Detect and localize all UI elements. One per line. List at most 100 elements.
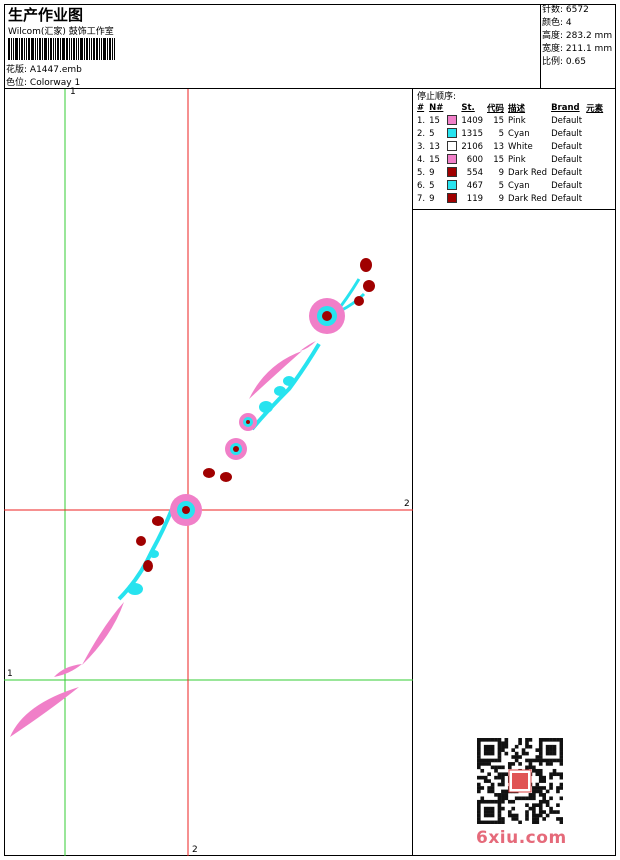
cell-n: 5: [429, 180, 435, 191]
cell-swatch: [445, 192, 459, 205]
cell-st: 119: [466, 193, 484, 204]
cell-brand: Default: [551, 180, 583, 191]
flower: [225, 438, 247, 460]
cell-desc: Cyan: [508, 180, 530, 191]
page-title: 生产作业图: [8, 6, 84, 24]
flower: [170, 494, 202, 526]
cell-n: 15: [429, 154, 440, 165]
cell-code: 5: [498, 180, 505, 191]
cell-n: 9: [429, 193, 435, 204]
stat-scale: 比例: 0.65: [542, 57, 586, 67]
cell-code: 15: [493, 115, 505, 126]
cell-swatch: [445, 140, 459, 153]
color-swatch: [447, 193, 458, 204]
design-preview: [4, 89, 413, 856]
qr-code: [477, 738, 563, 824]
cell-st: 554: [466, 167, 484, 178]
stat-colors: 颜色: 4: [542, 18, 572, 28]
flower: [239, 413, 257, 431]
cell-idx: 6.: [417, 180, 426, 191]
cyan-bud: [149, 550, 159, 558]
pink-leaf: [10, 687, 79, 737]
col-idx: #: [417, 102, 425, 113]
cell-code: 9: [498, 193, 505, 204]
colorway-label: 色位:: [6, 78, 28, 88]
cell-code: 5: [498, 128, 505, 139]
col-st: St.: [461, 102, 475, 113]
red-bud: [203, 468, 215, 478]
cell-st: 467: [466, 180, 484, 191]
cell-desc: Cyan: [508, 128, 530, 139]
cell-idx: 5.: [417, 167, 426, 178]
cell-swatch: [445, 153, 459, 166]
col-n: N#: [429, 102, 444, 113]
cell-idx: 1.: [417, 115, 426, 126]
guide-label-h1: 1: [7, 669, 13, 679]
cell-st: 600: [466, 154, 484, 165]
red-bud: [136, 536, 146, 546]
col-brand: Brand: [551, 102, 580, 113]
color-swatch: [447, 167, 458, 178]
cell-code: 9: [498, 167, 505, 178]
cyan-bud: [283, 376, 295, 386]
pink-leaf: [54, 664, 82, 677]
cell-code: 13: [493, 141, 505, 152]
cell-brand: Default: [551, 167, 583, 178]
cell-desc: Dark Red: [508, 193, 548, 204]
table-row: 6. 5 467 5 Cyan Default: [415, 179, 605, 192]
cell-brand: Default: [551, 115, 583, 126]
pink-leaf: [82, 602, 124, 665]
table-row: 7. 9 119 9 Dark Red Default: [415, 192, 605, 205]
red-bud: [354, 296, 364, 306]
company-name: Wilcom(汇家) 鼓饰工作室: [8, 27, 114, 37]
cell-brand: Default: [551, 128, 583, 139]
cyan-bud: [127, 583, 143, 595]
color-swatch: [447, 141, 458, 152]
cyan-stem: [117, 508, 174, 601]
cell-desc: Dark Red: [508, 167, 548, 178]
cell-n: 13: [429, 141, 440, 152]
cell-brand: Default: [551, 193, 583, 204]
stat-height: 高度: 283.2 mm: [542, 31, 613, 41]
cell-n: 5: [429, 128, 435, 139]
stats-panel: 针数: 6572 颜色: 4 高度: 283.2 mm 宽度: 211.1 mm…: [540, 4, 616, 89]
stat-stitches: 针数: 6572: [542, 5, 589, 15]
cell-idx: 4.: [417, 154, 426, 165]
col-code: 代码: [487, 103, 505, 114]
cell-st: 1315: [461, 128, 484, 139]
stop-sequence-table: # N# St. 代码 描述 Brand 元素 1. 15 1409 15 Pink De…: [415, 101, 605, 205]
cell-swatch: [445, 179, 459, 192]
flower: [309, 298, 345, 334]
cell-desc: Pink: [508, 154, 526, 165]
guide-label-h2: 2: [404, 499, 410, 509]
red-bud: [152, 516, 164, 526]
design-canvas: 1 1 2 2: [4, 87, 413, 856]
cell-desc: Pink: [508, 115, 526, 126]
cell-code: 15: [493, 154, 505, 165]
cell-swatch: [445, 127, 459, 140]
cell-swatch: [445, 166, 459, 179]
cell-idx: 2.: [417, 128, 426, 139]
stat-width: 宽度: 211.1 mm: [542, 44, 613, 54]
cell-idx: 3.: [417, 141, 426, 152]
col-desc: 描述: [508, 103, 526, 114]
red-bud: [360, 258, 372, 272]
design-label: 花版:: [6, 65, 28, 75]
guide-label-v1: 1: [70, 87, 76, 97]
table-row: 2. 5 1315 5 Cyan Default: [415, 127, 605, 140]
design-file: 花版: A1447.emb: [6, 62, 82, 75]
table-header-row: # N# St. 代码 描述 Brand 元素: [415, 101, 605, 114]
guide-label-v2: 2: [192, 845, 198, 855]
cell-n: 15: [429, 115, 440, 126]
col-swatch: [445, 101, 459, 114]
red-bud: [363, 280, 375, 292]
panel-divider: [413, 209, 616, 210]
cell-idx: 7.: [417, 193, 426, 204]
cyan-bud: [259, 401, 273, 413]
header: 生产作业图 Wilcom(汇家) 鼓饰工作室 花版: A1447.emb 色位:…: [4, 4, 616, 89]
design-value: A1447.emb: [29, 65, 82, 75]
table-row: 5. 9 554 9 Dark Red Default: [415, 166, 605, 179]
color-swatch: [447, 115, 458, 126]
cell-st: 2106: [461, 141, 484, 152]
barcode: [8, 38, 120, 60]
